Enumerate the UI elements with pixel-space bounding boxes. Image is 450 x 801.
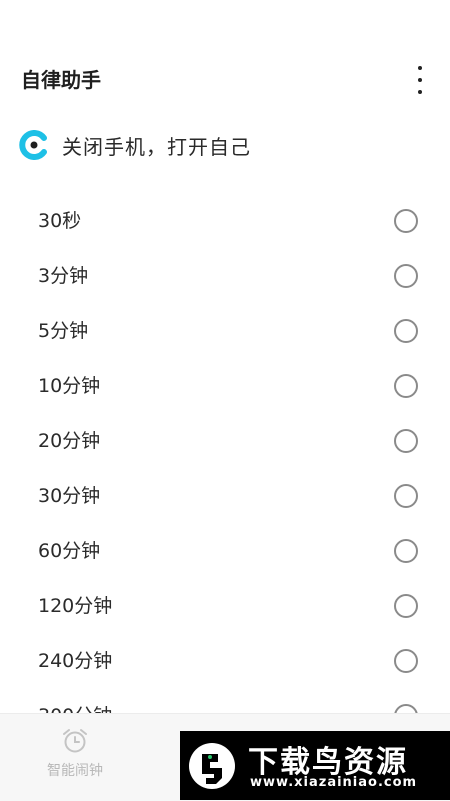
more-vertical-icon[interactable] — [410, 66, 430, 94]
duration-option[interactable]: 20分钟 — [0, 413, 450, 468]
duration-label: 10分钟 — [38, 375, 101, 397]
nav-item-alarm-label: 智能闹钟 — [47, 763, 103, 779]
radio-button[interactable] — [394, 704, 418, 713]
watermark-banner: 下载鸟资源 www.xiazainiao.com — [180, 731, 450, 800]
duration-label: 120分钟 — [38, 595, 113, 617]
duration-label: 20分钟 — [38, 430, 101, 452]
slogan-text: 关闭手机，打开自己 — [62, 134, 251, 159]
duration-label: 300分钟 — [38, 701, 112, 713]
alarm-clock-icon — [63, 729, 87, 753]
duration-label: 30秒 — [38, 210, 82, 232]
duration-option[interactable]: 240分钟 — [0, 633, 450, 688]
nav-item-alarm[interactable]: 智能闹钟 — [40, 728, 110, 780]
duration-list: 30秒 3分钟 5分钟 10分钟 20分钟 30分钟 60分钟 120分钟 24… — [0, 193, 450, 713]
slogan-row: 关闭手机，打开自己 — [19, 128, 251, 162]
radio-button[interactable] — [394, 264, 418, 288]
radio-button[interactable] — [394, 429, 418, 453]
duration-option[interactable]: 10分钟 — [0, 358, 450, 413]
duration-label: 5分钟 — [38, 320, 89, 342]
radio-button[interactable] — [394, 374, 418, 398]
duration-label: 60分钟 — [38, 540, 101, 562]
radio-button[interactable] — [394, 484, 418, 508]
app-title: 自律助手 — [21, 68, 101, 92]
duration-label: 30分钟 — [38, 485, 101, 507]
radio-button[interactable] — [394, 649, 418, 673]
duration-option[interactable]: 120分钟 — [0, 578, 450, 633]
radio-button[interactable] — [394, 209, 418, 233]
duration-option[interactable]: 5分钟 — [0, 303, 450, 358]
bird-logo-icon — [189, 743, 235, 789]
app-header: 自律助手 — [0, 0, 450, 115]
radio-button[interactable] — [394, 539, 418, 563]
radio-button[interactable] — [394, 594, 418, 618]
watermark-url: www.xiazainiao.com — [250, 775, 418, 790]
duration-option[interactable]: 30秒 — [0, 193, 450, 248]
duration-label: 3分钟 — [38, 265, 89, 287]
duration-label: 240分钟 — [38, 650, 113, 672]
duration-option[interactable]: 30分钟 — [0, 468, 450, 523]
radio-button[interactable] — [394, 319, 418, 343]
duration-option[interactable]: 300分钟 — [0, 688, 450, 713]
duration-option[interactable]: 3分钟 — [0, 248, 450, 303]
app-logo-icon — [19, 130, 47, 160]
duration-option[interactable]: 60分钟 — [0, 523, 450, 578]
